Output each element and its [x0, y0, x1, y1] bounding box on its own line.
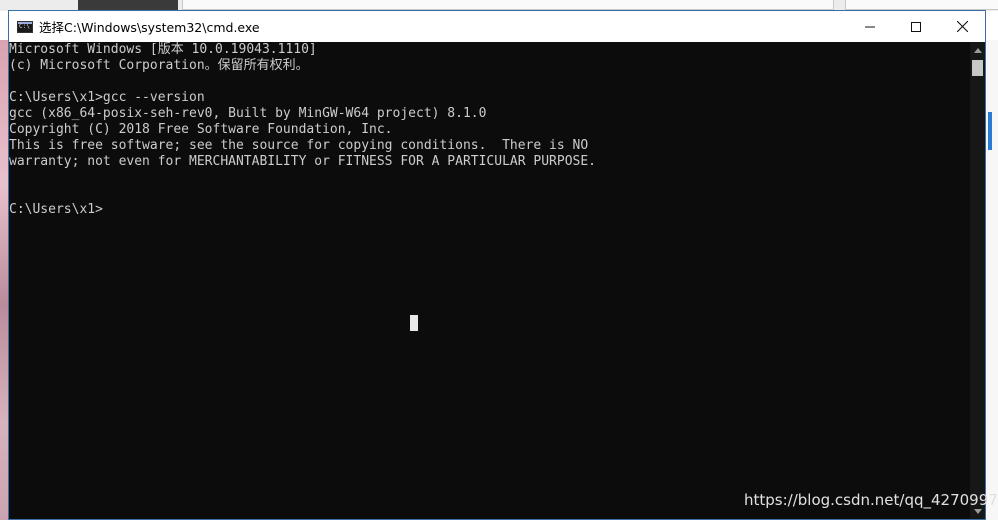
background-search-box	[845, 0, 998, 10]
minimize-icon[interactable]	[847, 11, 893, 42]
background-window-edge	[986, 40, 998, 520]
cmd-window: 选择C:\Windows\system32\cmd.exe Microsoft …	[8, 10, 986, 520]
scrollbar-thumb[interactable]	[972, 60, 983, 76]
console-line: (c) Microsoft Corporation。保留所有权利。	[9, 58, 309, 73]
close-icon[interactable]	[939, 11, 985, 42]
window-controls	[847, 11, 985, 42]
console-line: C:\Users\x1>gcc --version	[9, 90, 205, 105]
console-output[interactable]: Microsoft Windows [版本 10.0.19043.1110] (…	[9, 42, 970, 519]
console-line: warranty; not even for MERCHANTABILITY o…	[9, 154, 596, 169]
vertical-scrollbar[interactable]	[970, 42, 985, 519]
console-line: gcc (x86_64-posix-seh-rev0, Built by Min…	[9, 106, 487, 121]
console-line: Microsoft Windows [版本 10.0.19043.1110]	[9, 42, 317, 57]
console-prompt[interactable]: C:\Users\x1>	[9, 202, 103, 218]
watermark-text: https://blog.csdn.net/qq_42709977	[744, 491, 998, 509]
title-bar[interactable]: 选择C:\Windows\system32\cmd.exe	[9, 11, 985, 42]
scroll-up-icon[interactable]	[970, 42, 985, 58]
console-line: Copyright (C) 2018 Free Software Foundat…	[9, 122, 393, 137]
background-address-box	[182, 0, 834, 10]
cmd-app-icon[interactable]	[17, 20, 33, 33]
window-title: 选择C:\Windows\system32\cmd.exe	[39, 20, 260, 35]
maximize-icon[interactable]	[893, 11, 939, 42]
background-accent	[988, 112, 992, 150]
console-line: This is free software; see the source fo…	[9, 138, 589, 153]
text-cursor	[410, 315, 418, 331]
background-tab	[78, 0, 178, 10]
